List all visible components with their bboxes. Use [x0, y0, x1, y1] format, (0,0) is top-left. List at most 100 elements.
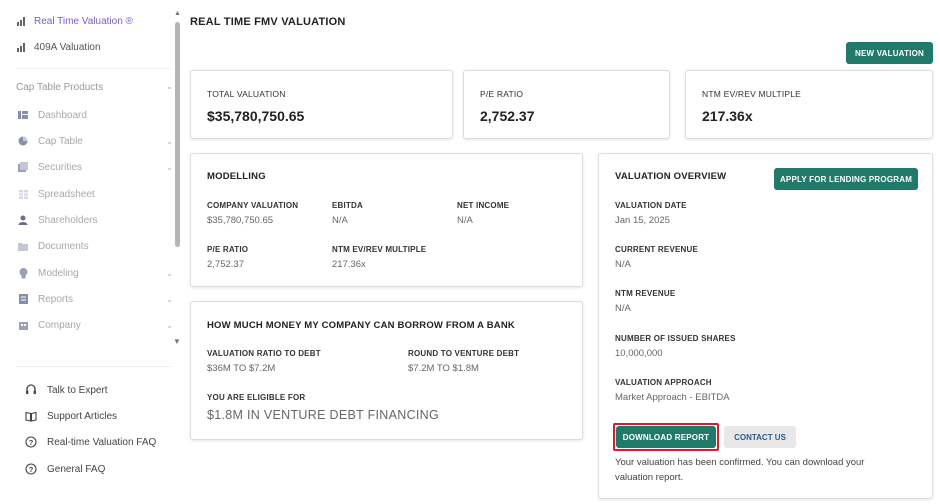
scroll-down-arrow-icon[interactable]: ▼	[173, 337, 181, 346]
modelling-card: MODELLING COMPANY VALUATION $35,780,750.…	[190, 153, 583, 287]
stat-label: P/E RATIO	[480, 89, 524, 99]
dashboard-icon	[18, 110, 28, 120]
sidebar-item-modeling[interactable]: Modeling ⌄	[18, 266, 173, 280]
field-value: N/A	[615, 259, 631, 270]
sidebar-item-shareholders[interactable]: Shareholders	[18, 213, 173, 227]
field-label: COMPANY VALUATION	[207, 201, 299, 210]
field-value: 2,752.37	[207, 259, 244, 270]
user-icon	[18, 215, 28, 225]
divider	[16, 68, 171, 69]
footer-item-talk-to-expert[interactable]: Talk to Expert	[25, 384, 108, 396]
sidebar-scrollbar-thumb[interactable]	[175, 22, 180, 247]
sidebar-item-company[interactable]: Company ⌄	[18, 318, 173, 332]
field-value: N/A	[615, 303, 631, 314]
sidebar-item-label: Dashboard	[38, 109, 87, 121]
chevron-down-icon: ⌄	[166, 320, 173, 330]
confirmation-note: Your valuation has been confirmed. You c…	[615, 457, 865, 483]
sidebar-item-label: Real Time Valuation ®	[34, 15, 133, 27]
field-value: Market Approach - EBITDA	[615, 392, 730, 403]
field-value: 10,000,000	[615, 348, 663, 359]
field-label: EBITDA	[332, 201, 363, 210]
stat-card-pe-ratio: P/E RATIO 2,752.37	[463, 70, 670, 139]
sidebar: Real Time Valuation ® 409A Valuation Cap…	[0, 0, 185, 504]
chevron-down-icon: ⌄	[166, 162, 173, 172]
download-report-button[interactable]: DOWNLOAD REPORT	[616, 426, 716, 448]
securities-icon	[18, 162, 28, 172]
card-title: HOW MUCH MONEY MY COMPANY CAN BORROW FRO…	[207, 320, 515, 331]
sidebar-section-cap-table-products[interactable]: Cap Table Products ⌄	[16, 82, 173, 93]
chevron-down-icon: ⌄	[166, 82, 173, 91]
field-label: P/E RATIO	[207, 245, 249, 254]
bulb-icon	[18, 267, 28, 278]
sidebar-item-cap-table[interactable]: Cap Table ⌄	[18, 134, 173, 148]
svg-text:?: ?	[29, 465, 34, 474]
bar-chart-icon	[16, 42, 26, 52]
field-label: NET INCOME	[457, 201, 510, 210]
stat-label: TOTAL VALUATION	[207, 89, 286, 99]
chevron-down-icon: ⌄	[166, 268, 173, 278]
sidebar-item-label: Documents	[38, 240, 89, 252]
headset-icon	[25, 384, 37, 396]
company-icon	[18, 320, 28, 330]
sidebar-item-label: Company	[38, 319, 81, 331]
sidebar-item-label: Shareholders	[38, 214, 98, 226]
sidebar-item-409a-valuation[interactable]: 409A Valuation	[16, 40, 101, 54]
divider	[16, 366, 171, 367]
page-title: REAL TIME FMV VALUATION	[190, 16, 346, 28]
sidebar-item-label: Securities	[38, 161, 82, 173]
sidebar-item-label: Spreadsheet	[38, 188, 95, 200]
documents-icon	[18, 241, 28, 251]
new-valuation-button[interactable]: NEW VALUATION	[846, 42, 933, 64]
sidebar-item-label: Cap Table	[38, 135, 83, 147]
scroll-up-arrow-icon[interactable]: ▲	[174, 10, 181, 17]
help-icon: ?	[25, 436, 37, 448]
field-value: Jan 15, 2025	[615, 215, 670, 226]
footer-item-support-articles[interactable]: Support Articles	[25, 410, 117, 422]
footer-item-label: Support Articles	[47, 410, 118, 422]
field-label: NTM REVENUE	[615, 289, 676, 298]
field-value: N/A	[457, 215, 473, 226]
spreadsheet-icon	[18, 189, 28, 199]
sidebar-item-securities[interactable]: Securities ⌄	[18, 160, 173, 174]
book-icon	[25, 410, 37, 422]
footer-item-label: General FAQ	[47, 463, 106, 475]
stat-card-total-valuation: TOTAL VALUATION $35,780,750.65	[190, 70, 453, 139]
footer-item-general-faq[interactable]: ? General FAQ	[25, 463, 105, 475]
stat-label: NTM EV/REV MULTIPLE	[702, 89, 802, 99]
sidebar-item-label: Modeling	[38, 267, 79, 279]
sidebar-item-dashboard[interactable]: Dashboard	[18, 108, 173, 122]
field-value: N/A	[332, 215, 348, 226]
sidebar-item-label: 409A Valuation	[34, 41, 101, 53]
contact-us-button[interactable]: CONTACT US	[724, 426, 796, 448]
field-label: NUMBER OF ISSUED SHARES	[615, 334, 736, 343]
field-label: CURRENT REVENUE	[615, 245, 699, 254]
borrow-card: HOW MUCH MONEY MY COMPANY CAN BORROW FRO…	[190, 301, 583, 440]
field-value: 217.36x	[332, 259, 366, 270]
sidebar-item-label: Reports	[38, 293, 74, 305]
bar-chart-icon	[16, 16, 26, 26]
footer-item-real-time-valuation-faq[interactable]: ? Real-time Valuation FAQ	[25, 436, 156, 448]
sidebar-item-real-time-valuation[interactable]: Real Time Valuation ®	[16, 14, 133, 28]
footer-item-label: Talk to Expert	[47, 384, 108, 396]
valuation-overview-card: VALUATION OVERVIEW APPLY FOR LENDING PRO…	[598, 153, 933, 499]
pie-chart-icon	[18, 136, 28, 146]
card-title: VALUATION OVERVIEW	[615, 171, 727, 182]
stat-value: 217.36x	[702, 108, 753, 124]
field-label: VALUATION APPROACH	[615, 378, 712, 387]
eligible-amount: $1.8M IN VENTURE DEBT FINANCING	[207, 408, 440, 422]
footer-item-label: Real-time Valuation FAQ	[47, 436, 157, 448]
chevron-down-icon: ⌄	[166, 136, 173, 146]
field-value: $36M TO $7.2M	[207, 363, 276, 374]
field-label: YOU ARE ELIGIBLE FOR	[207, 393, 306, 402]
field-label: VALUATION RATIO TO DEBT	[207, 349, 321, 358]
card-title: MODELLING	[207, 171, 266, 182]
chevron-down-icon: ⌄	[166, 294, 173, 304]
apply-lending-program-button[interactable]: APPLY FOR LENDING PROGRAM	[774, 168, 918, 190]
field-value: $35,780,750.65	[207, 215, 274, 226]
stat-card-ntm-ev-rev: NTM EV/REV MULTIPLE 217.36x	[685, 70, 933, 139]
stat-value: 2,752.37	[480, 108, 535, 124]
sidebar-item-spreadsheet[interactable]: Spreadsheet	[18, 187, 173, 201]
sidebar-item-documents[interactable]: Documents	[18, 239, 173, 253]
sidebar-item-reports[interactable]: Reports ⌄	[18, 292, 173, 306]
help-icon: ?	[25, 463, 37, 475]
